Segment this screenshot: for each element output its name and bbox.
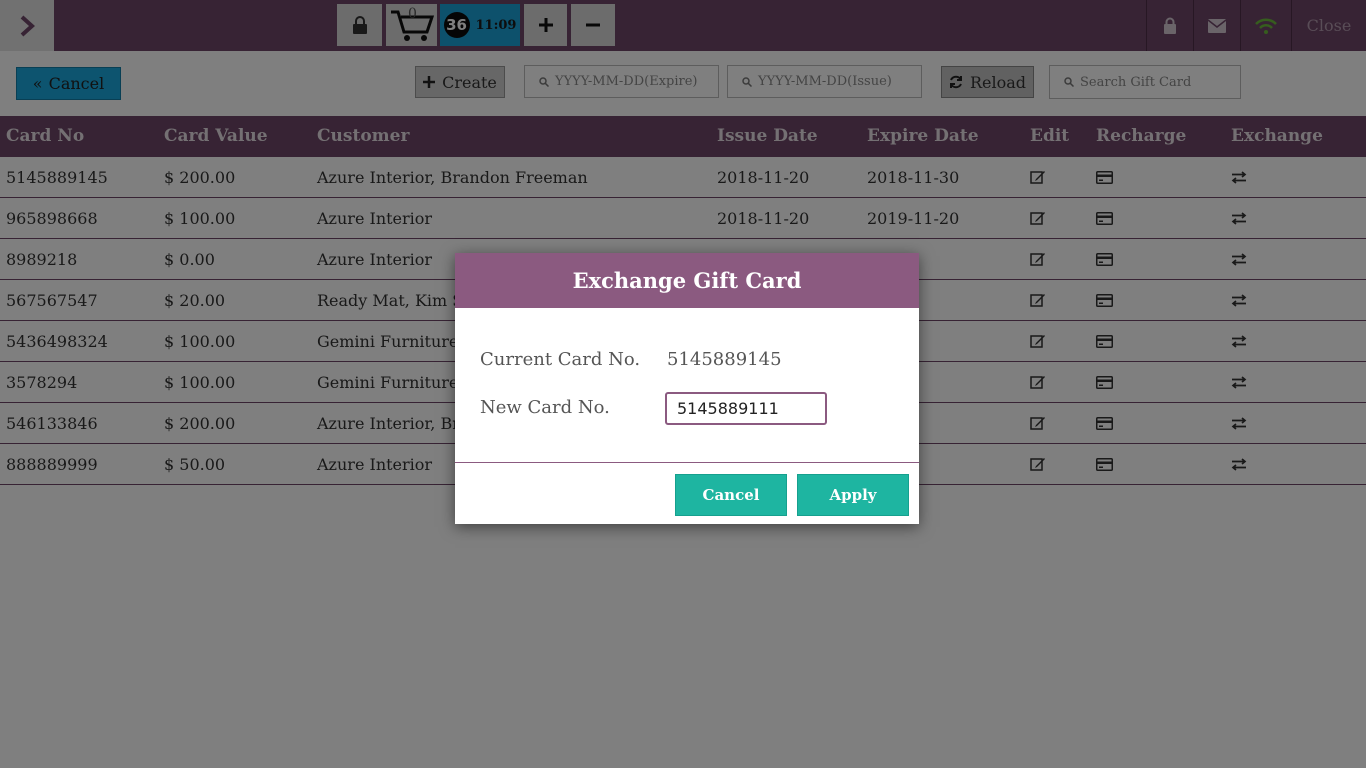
new-card-label: New Card No. <box>480 397 610 418</box>
dialog-cancel-button[interactable]: Cancel <box>675 474 787 516</box>
dialog-apply-button[interactable]: Apply <box>797 474 909 516</box>
exchange-gift-card-dialog: Exchange Gift Card Current Card No. 5145… <box>455 253 919 524</box>
dialog-title: Exchange Gift Card <box>455 253 919 308</box>
current-card-label: Current Card No. <box>480 349 641 370</box>
new-card-input[interactable] <box>665 392 827 425</box>
current-card-value: 5145889145 <box>667 349 782 370</box>
dialog-divider <box>455 462 919 463</box>
